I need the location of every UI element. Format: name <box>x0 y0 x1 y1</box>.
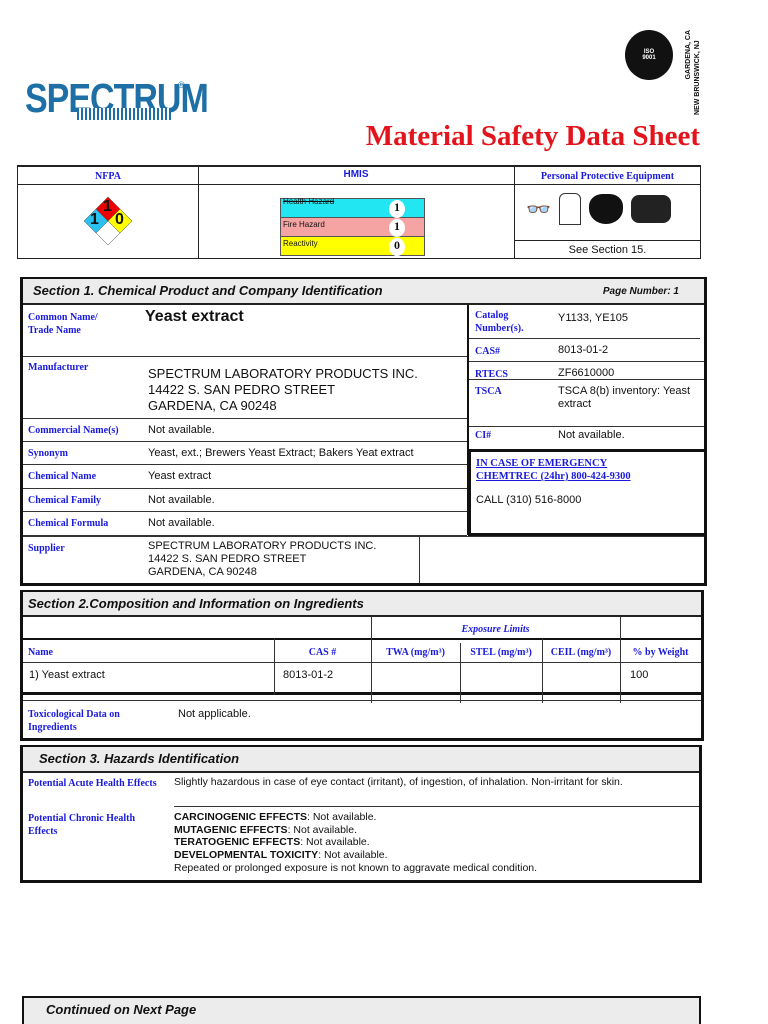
carcinogenic-effects: CARCINOGENIC EFFECTS: Not available. <box>174 811 377 823</box>
tox-value: Not applicable. <box>178 708 251 720</box>
respirator-icon <box>588 194 623 224</box>
section-2-title: Section 2.Composition and Information on… <box>28 596 364 611</box>
ci-value: Not available. <box>558 429 625 441</box>
chemical-formula-label: Chemical Formula <box>28 518 109 529</box>
hmis-row-fire: Fire Hazard 1 <box>281 218 424 237</box>
tsca-label: TSCA <box>475 386 502 397</box>
col-twa: TWA (mg/m³) <box>386 647 445 658</box>
ingredient-weight: 100 <box>630 669 649 681</box>
col-weight: % by Weight <box>632 647 689 658</box>
page-title: Material Safety Data Sheet <box>365 120 700 152</box>
section-1-title: Section 1. Chemical Product and Company … <box>33 283 383 298</box>
tox-label: Toxicological Data on Ingredients <box>28 709 120 733</box>
chemical-name-label: Chemical Name <box>28 471 97 482</box>
rtecs-value: ZF6610000 <box>558 367 615 379</box>
mutagenic-effects: MUTAGENIC EFFECTS: Not available. <box>174 823 358 836</box>
chronic-label: Potential Chronic Health Effects <box>28 813 136 837</box>
catalog-value: Y1133, YE105 <box>558 312 628 324</box>
chemical-family-value: Not available. <box>148 494 215 506</box>
hmis-chart: Health Hazard 1 Fire Hazard 1 Reactivity 0 <box>280 197 425 256</box>
synonym-value: Yeast, ext.; Brewers Yeast Extract; Bake… <box>148 447 414 459</box>
nfpa-health: 1 <box>90 211 99 228</box>
commercial-name-s-value: Not available. <box>148 424 215 436</box>
chronic-note: Repeated or prolonged exposure is not kn… <box>174 861 538 874</box>
section-3-title: Section 3. Hazards Identification <box>39 751 240 766</box>
chronic-effects: CARCINOGENIC EFFECTS: Not available. MUT… <box>174 811 537 875</box>
emergency-box: IN CASE OF EMERGENCY CHEMTREC (24hr) 800-… <box>468 449 707 536</box>
nfpa-reactivity: 0 <box>115 211 124 228</box>
nfpa-label: NFPA <box>95 171 121 182</box>
manufacturer-value: SPECTRUM LABORATORY PRODUCTS INC. 14422 S… <box>148 366 418 413</box>
common-name-label: Common Name/ Trade Name <box>28 312 98 336</box>
col-ceil: CEIL (mg/m³) <box>550 647 612 658</box>
ingredient-cas: 8013-01-2 <box>283 669 334 681</box>
nfpa-fire: 1 <box>103 198 112 215</box>
nfpa-diamond: 1 1 0 <box>83 196 133 246</box>
ci-label: CI# <box>475 430 492 441</box>
col-stel: STEL (mg/m³) <box>470 647 532 658</box>
section-1: Section 1. Chemical Product and Company … <box>20 277 707 586</box>
lab-coat-icon <box>558 193 581 225</box>
continued-text: Continued on Next Page <box>46 1002 197 1017</box>
synonym-label: Synonym <box>28 448 69 459</box>
acute-value: Slightly hazardous in case of eye contac… <box>174 776 623 788</box>
hmis-row-reactivity: Reactivity 0 <box>281 237 424 256</box>
col-name: Name <box>28 647 53 658</box>
common-name-value: Yeast extract <box>145 308 244 325</box>
ppe-icons: 👓 <box>526 191 696 227</box>
catalog-label: Catalog Number(s). <box>475 310 524 334</box>
continued-banner: Continued on Next Page <box>22 996 701 1024</box>
section-3: Section 3. Hazards Identification Potent… <box>20 745 702 883</box>
supplier-value: SPECTRUM LABORATORY PRODUCTS INC. 14422 S… <box>148 540 377 578</box>
commercial-name-s-label: Commercial Name(s) <box>28 425 119 436</box>
safety-glasses-icon: 👓 <box>526 198 551 221</box>
chemical-family-label: Chemical Family <box>28 495 102 506</box>
manufacturer-label: Manufacturer <box>28 362 89 373</box>
supplier-label: Supplier <box>28 543 65 554</box>
hmis-row-health: Health Hazard 1 <box>281 197 424 218</box>
page-number: Page Number: 1 <box>602 286 679 297</box>
iso-certified-seal: ISO 9001 <box>625 30 673 80</box>
emergency-call: CALL (310) 516-8000 <box>476 494 582 506</box>
section-2: Section 2.Composition and Information on… <box>20 590 704 741</box>
spectrum-logo: SPECTRUM ® <box>25 76 209 122</box>
chemical-formula-value: Not available. <box>148 517 215 529</box>
emergency-link[interactable]: IN CASE OF EMERGENCY CHEMTREC (24hr) 800-… <box>476 457 631 483</box>
acute-label: Potential Acute Health Effects <box>28 778 157 789</box>
developmental-toxicity: DEVELOPMENTAL TOXICITY: Not available. <box>174 849 388 862</box>
locations: GARDENA, CA NEW BRUNSWICK, NJ <box>684 30 702 115</box>
ratings-table: NFPA HMIS Personal Protective Equipment … <box>17 165 701 259</box>
hmis-label: HMIS <box>343 169 369 180</box>
teratogenic-effects: TERATOGENIC EFFECTS: Not available. <box>174 836 370 849</box>
chemical-name-value: Yeast extract <box>148 470 212 482</box>
gloves-icon <box>630 195 671 223</box>
tsca-value: TSCA 8(b) inventory: Yeast extract <box>558 385 691 410</box>
ppe-label: Personal Protective Equipment <box>540 171 675 182</box>
location-gardena: GARDENA, CA <box>685 30 692 80</box>
col-cas: CAS # <box>308 647 337 658</box>
cas-label: CAS# <box>475 346 501 357</box>
cas-value: 8013-01-2 <box>558 344 609 356</box>
exposure-limits-label: Exposure Limits <box>461 624 530 635</box>
location-new-brunswick: NEW BRUNSWICK, NJ <box>694 40 701 115</box>
ppe-note: See Section 15. <box>568 244 647 256</box>
ingredient-name: 1) Yeast extract <box>29 669 105 681</box>
